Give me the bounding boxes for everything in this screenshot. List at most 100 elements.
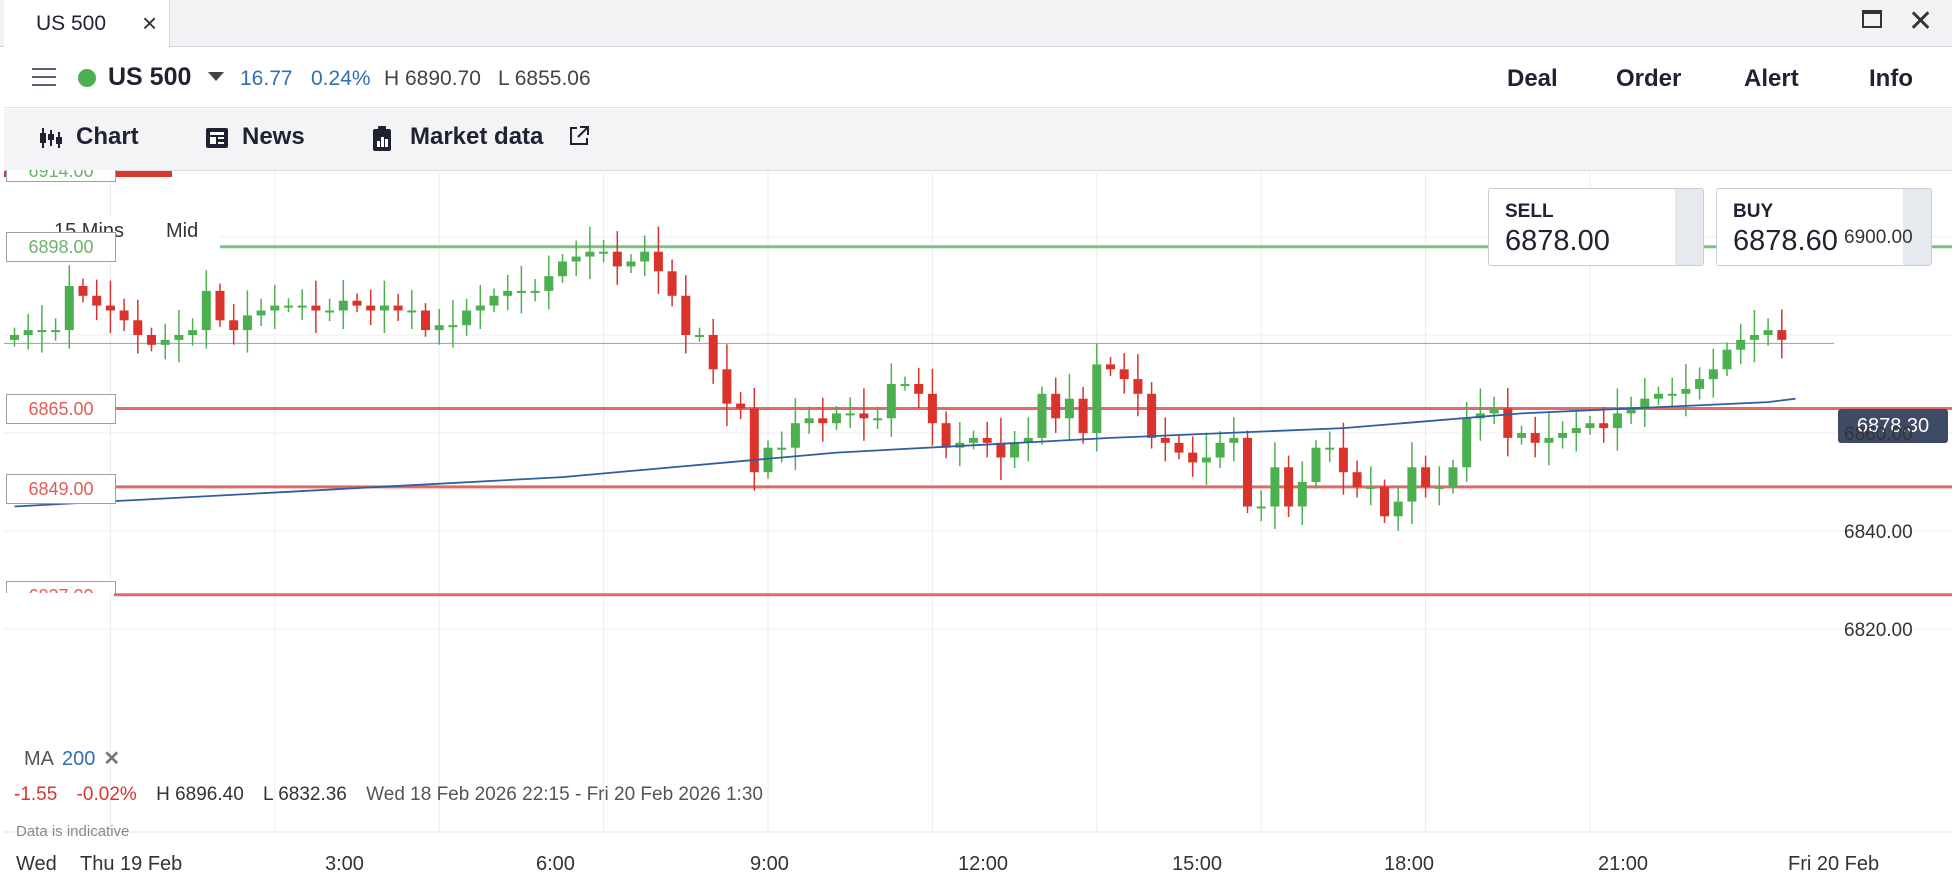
- sell-price: 6878.00: [1505, 225, 1610, 257]
- candle-up: [886, 384, 896, 419]
- maximize-icon[interactable]: [1862, 10, 1882, 28]
- candle-up: [1010, 442, 1020, 458]
- sell-side-panel: [1675, 189, 1703, 265]
- alert-button[interactable]: Alert: [1744, 65, 1799, 93]
- candle-down: [941, 423, 951, 448]
- caret-down-icon[interactable]: [208, 72, 224, 81]
- candle-up: [763, 447, 773, 473]
- candle-down: [708, 335, 718, 370]
- instrument-name[interactable]: US 500: [108, 63, 191, 92]
- y-tick-label: 6840.00: [1844, 522, 1913, 543]
- candle-up: [10, 335, 19, 340]
- candle-down: [859, 413, 869, 419]
- tab-market-data-label: Market data: [410, 123, 544, 150]
- period-high: H 6896.40: [156, 784, 244, 805]
- y-tick-label: 6860.00: [1844, 424, 1913, 445]
- period-range: Wed 18 Feb 2026 22:15 - Fri 20 Feb 2026 …: [366, 784, 763, 805]
- candle-up: [284, 305, 293, 308]
- close-window-icon[interactable]: ✕: [1908, 4, 1933, 39]
- candle-down: [1160, 437, 1170, 443]
- candle-down: [1530, 433, 1540, 443]
- candle-up: [201, 290, 211, 331]
- candle-down: [393, 305, 403, 311]
- candle-down: [119, 310, 129, 321]
- candle-down: [1188, 452, 1198, 463]
- indicator-period[interactable]: 200: [62, 748, 95, 770]
- candle-down: [818, 418, 828, 424]
- x-tick-label: 21:00: [1598, 853, 1649, 875]
- daily-low: L 6855.06: [498, 67, 591, 90]
- ma-200-line: [14, 397, 1796, 508]
- candle-down: [421, 310, 430, 331]
- newspaper-icon: [206, 128, 228, 148]
- x-tick-label: 15:00: [1172, 853, 1223, 875]
- candle-down: [1380, 486, 1389, 517]
- candle-up: [845, 413, 855, 416]
- period-low: L 6832.36: [263, 784, 347, 805]
- data-disclaimer: Data is indicative: [16, 823, 130, 840]
- clipboard-chart-icon: [373, 126, 391, 151]
- sell-button[interactable]: SELL 6878.00: [1488, 188, 1704, 266]
- candle-up: [1448, 467, 1458, 487]
- candle-up: [462, 310, 472, 326]
- level-label-6865[interactable]: 6865.00: [6, 394, 116, 424]
- candlestick-icon: [40, 128, 62, 148]
- candle-down: [736, 403, 746, 409]
- candle-up: [1366, 486, 1376, 489]
- candle-up: [379, 305, 389, 311]
- candle-up: [23, 330, 33, 335]
- indicator-legend: MA 200 ✕: [24, 746, 120, 771]
- candle-up: [1722, 349, 1732, 370]
- level-label-6898[interactable]: 6898.00: [6, 232, 116, 262]
- candlestick-chart[interactable]: [4, 171, 1952, 884]
- candle-down: [653, 251, 663, 272]
- y-tick-label: 6820.00: [1844, 620, 1913, 641]
- instrument-header: US 500 16.77 0.24% H 6890.70 L 6855.06 D…: [4, 48, 1952, 108]
- tab-close-icon[interactable]: ×: [142, 8, 157, 39]
- buy-label: BUY: [1733, 201, 1774, 222]
- candle-up: [790, 423, 800, 448]
- price-chart[interactable]: 15 Mins Mid 6914.00 6898.00 6865.00 6849…: [4, 170, 1952, 884]
- candle-down: [1174, 442, 1184, 453]
- candle-up: [338, 300, 348, 311]
- candle-up: [1434, 486, 1444, 489]
- candle-up: [188, 330, 198, 335]
- price-type-selector[interactable]: Mid: [166, 220, 198, 243]
- candle-down: [1106, 364, 1115, 370]
- candle-up: [1544, 437, 1554, 443]
- candle-down: [1284, 467, 1294, 507]
- candle-up: [1256, 506, 1266, 509]
- candle-up: [1270, 467, 1280, 507]
- candle-up: [1736, 339, 1746, 350]
- window-tab-us500[interactable]: US 500 ×: [4, 0, 170, 48]
- hamburger-menu-icon[interactable]: [32, 68, 56, 88]
- candle-up: [626, 261, 636, 267]
- remove-indicator-icon[interactable]: ✕: [103, 748, 120, 770]
- candle-up: [516, 290, 526, 293]
- candle-up: [777, 447, 787, 450]
- candle-down: [352, 300, 362, 306]
- candle-up: [64, 286, 74, 331]
- candle-up: [1037, 393, 1047, 438]
- period-stats: -1.55 -0.02% H 6896.40 L 6832.36 Wed 18 …: [14, 784, 777, 806]
- level-label-6849[interactable]: 6849.00: [6, 474, 116, 504]
- candle-up: [1571, 428, 1581, 433]
- candle-up: [1558, 433, 1568, 438]
- candle-up: [297, 305, 307, 308]
- candle-down: [914, 384, 924, 394]
- x-tick-label: Fri 20 Feb: [1788, 853, 1880, 875]
- candle-up: [1612, 413, 1622, 429]
- candle-up: [900, 384, 910, 386]
- deal-button[interactable]: Deal: [1507, 65, 1558, 93]
- candle-down: [1421, 467, 1431, 487]
- order-button[interactable]: Order: [1616, 65, 1681, 93]
- x-tick-label: 9:00: [750, 853, 789, 875]
- candle-down: [722, 369, 732, 404]
- candle-down: [996, 442, 1006, 458]
- candle-down: [612, 251, 622, 267]
- info-button[interactable]: Info: [1869, 65, 1913, 93]
- x-tick-label: 12:00: [958, 853, 1009, 875]
- indicator-name: MA: [24, 748, 54, 770]
- candle-down: [1352, 472, 1362, 487]
- candle-down: [366, 305, 376, 311]
